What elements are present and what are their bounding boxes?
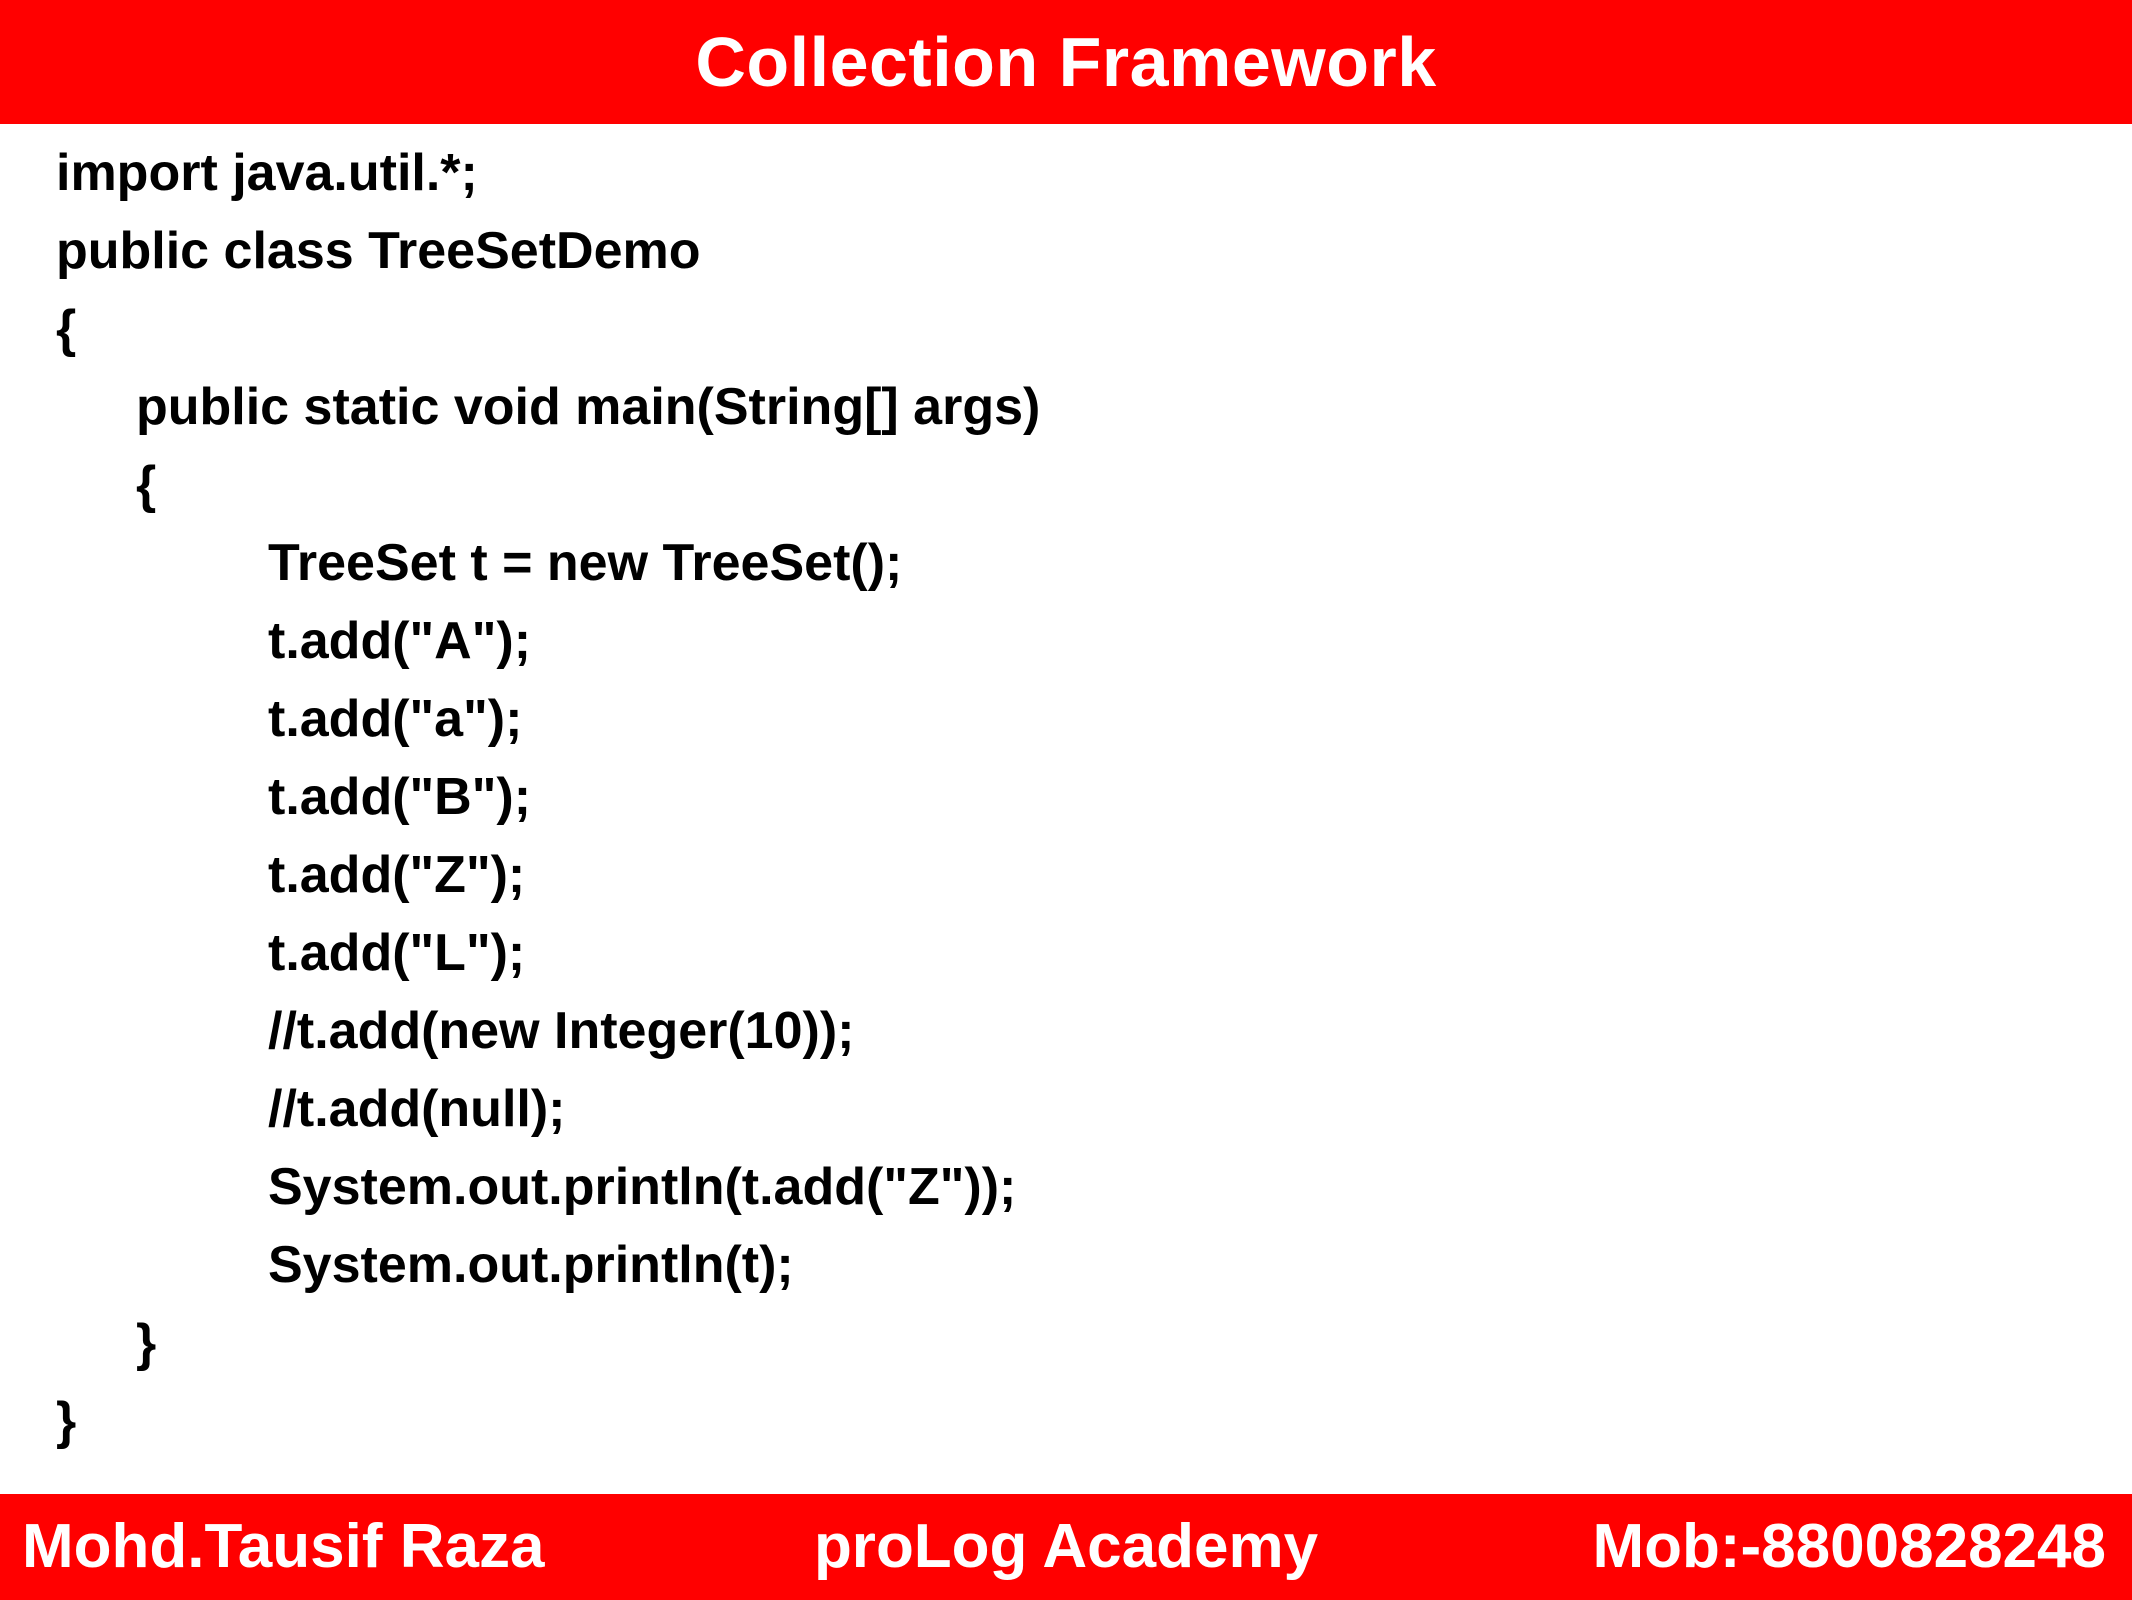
code-line: t.add("L"); — [268, 924, 526, 982]
code-line: t.add("a"); — [268, 690, 523, 748]
page-title: Collection Framework — [695, 23, 1437, 101]
header-banner: Collection Framework — [0, 0, 2132, 124]
code-line: public static void main(String[] args) — [136, 378, 1041, 436]
code-line: import java.util.*; — [56, 144, 478, 202]
code-line: TreeSet t = new TreeSet(); — [268, 534, 903, 592]
code-line: t.add("Z"); — [268, 846, 526, 904]
code-line: { — [136, 456, 157, 514]
code-block: import java.util.*; public class TreeSet… — [56, 134, 2056, 1474]
code-line: { — [56, 300, 77, 358]
code-line: System.out.println(t); — [268, 1236, 794, 1294]
code-line: } — [56, 1392, 77, 1450]
code-line: //t.add(new Integer(10)); — [268, 1002, 855, 1060]
code-line: } — [136, 1314, 157, 1372]
code-line: public class TreeSetDemo — [56, 222, 701, 280]
mobile-number: Mob:-8800828248 — [1592, 1512, 2107, 1581]
code-line: //t.add(null); — [268, 1080, 566, 1138]
footer-banner: Mohd.Tausif Raza proLog Academy Mob:-880… — [0, 1494, 2132, 1600]
code-line: t.add("B"); — [268, 768, 532, 826]
code-line: t.add("A"); — [268, 612, 532, 670]
code-line: System.out.println(t.add("Z")); — [268, 1158, 1017, 1216]
